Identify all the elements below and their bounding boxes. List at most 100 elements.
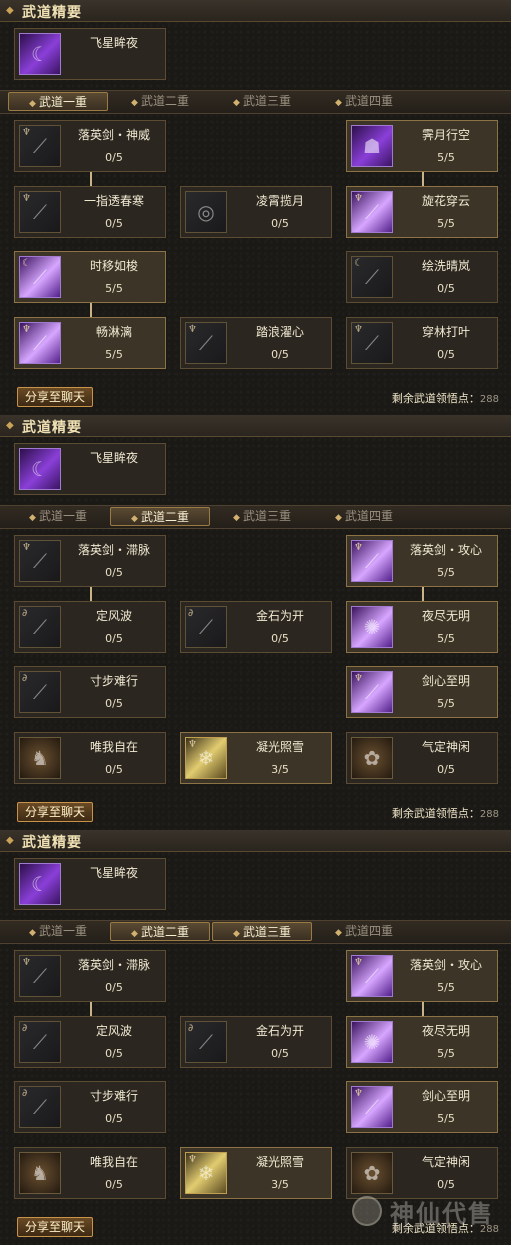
skill-name: 唯我自在 [89,1155,138,1169]
skill-level: 0/5 [437,348,455,361]
skill-slot[interactable]: ♆ ⟋ 穿林打叶 0/5 [346,317,498,369]
remaining-points-value: 288 [479,809,499,820]
skill-name: 夜尽无明 [421,1024,470,1038]
tab-tier-4[interactable]: ◆ 武道四重 [314,507,414,526]
skill-slot[interactable]: ∂ ⟋ 定风波 0/5 [14,1016,166,1068]
skill-slot[interactable]: ♆ ❄ 凝光照雪 3/5 [180,1147,332,1199]
sword-heart-icon: ♆ ⟋ [351,1086,393,1128]
talent-panel-3: ◆ 武道精要 ☾ 飞星眸夜 ◆ 武道一重 ◆ 武道二重 ◆ 武道三重 ◆ 武道四重 ♆ ⟋… [0,830,511,1245]
tab-tier-4[interactable]: ◆ 武道四重 [314,922,414,941]
skill-level: 5/5 [437,1047,455,1060]
skill-slot[interactable]: ∂ ⟋ 寸步难行 0/5 [14,666,166,718]
skill-slot[interactable]: ♆ ⟋ 剑心至明 5/5 [346,1081,498,1133]
skill-level: 5/5 [437,1112,455,1125]
skill-level: 3/5 [271,1178,289,1191]
skill-name: 剑心至明 [421,674,470,688]
skill-slot[interactable]: ♆ ⟋ 落英剑・攻心 5/5 [346,535,498,587]
slow-step-icon: ∂ ⟋ [19,671,61,713]
skill-slot[interactable]: ∂ ⟋ 金石为开 0/5 [180,601,332,653]
tab-tier-1[interactable]: ◆ 武道一重 [8,92,108,111]
talent-panel-2: ◆ 武道精要 ☾ 飞星眸夜 ◆ 武道一重 ◆ 武道二重 ◆ 武道三重 ◆ 武道四重 ♆ ⟋… [0,415,511,830]
skill-name: 气定神闲 [421,740,470,754]
essence-skill[interactable]: ☾ 飞星眸夜 [14,858,166,910]
skill-level: 0/5 [105,632,123,645]
skill-slot[interactable]: ♆ ⟋ 落英剑・攻心 5/5 [346,950,498,1002]
skill-name: 落英剑・滞脉 [77,958,150,972]
skill-slot[interactable]: ✺ 夜尽无明 5/5 [346,1016,498,1068]
skill-slot[interactable]: ♆ ⟋ 畅淋漓 5/5 [14,317,166,369]
tab-tier-3[interactable]: ◆ 武道三重 [212,507,312,526]
tab-tier-4[interactable]: ◆ 武道四重 [314,92,414,111]
skill-name: 剑心至明 [421,1089,470,1103]
skill-slot[interactable]: ♆ ⟋ 落英剑・神威 0/5 [14,120,166,172]
calm-spirit-icon: ✿ [351,737,393,779]
tab-tier-3[interactable]: ◆ 武道三重 [212,922,312,941]
watermark-text: 神仙代售 [390,1199,494,1228]
skill-slot[interactable]: ♆ ⟋ 剑心至明 5/5 [346,666,498,718]
skill-name: 定风波 [95,1024,132,1038]
skill-slot[interactable]: ✺ 夜尽无明 5/5 [346,601,498,653]
skill-name: 飞星眸夜 [89,451,138,465]
share-to-chat-button[interactable]: 分享至聊天 [17,802,93,822]
skill-level: 0/5 [105,1047,123,1060]
skill-name: 寸步难行 [89,1089,138,1103]
skill-name: 穿林打叶 [421,325,470,339]
skill-name: 唯我自在 [89,740,138,754]
skill-slot[interactable]: ∂ ⟋ 金石为开 0/5 [180,1016,332,1068]
skill-level: 0/5 [271,1047,289,1060]
skill-slot[interactable]: ♞ 唯我自在 0/5 [14,732,166,784]
skill-name: 凌霄揽月 [255,194,304,208]
tab-tier-1[interactable]: ◆ 武道一重 [8,507,108,526]
skill-level: 0/5 [437,282,455,295]
time-shift-icon: ☾ ⟋ [19,256,61,298]
skill-level: 0/5 [271,348,289,361]
skill-slot[interactable]: ☾ ⟋ 绘洗晴岚 0/5 [346,251,498,303]
remaining-points-label: 剩余武道领悟点： [391,807,480,820]
skill-slot[interactable]: ∂ ⟋ 定风波 0/5 [14,601,166,653]
share-to-chat-button[interactable]: 分享至聊天 [17,1217,93,1237]
skill-level: 0/5 [105,1112,123,1125]
skill-name: 寸步难行 [89,674,138,688]
stone-icon: ∂ ⟋ [185,606,227,648]
skill-slot[interactable]: ♆ ⟋ 落英剑・滞脉 0/5 [14,535,166,587]
skill-slot[interactable]: ♆ ⟋ 一指透春寒 0/5 [14,186,166,238]
tab-tier-1[interactable]: ◆ 武道一重 [8,922,108,941]
skill-level: 0/5 [105,566,123,579]
essence-skill[interactable]: ☾ 飞星眸夜 [14,443,166,495]
skill-level: 5/5 [437,632,455,645]
essence-skill[interactable]: ☾ 飞星眸夜 [14,28,166,80]
flow-strike-icon: ♆ ⟋ [19,322,61,364]
tab-tier-2[interactable]: ◆ 武道二重 [110,922,210,941]
skill-slot[interactable]: ∂ ⟋ 寸步难行 0/5 [14,1081,166,1133]
skill-slot[interactable]: ♆ ⟋ 踏浪濯心 0/5 [180,317,332,369]
skill-slot[interactable]: ☗ 霁月行空 5/5 [346,120,498,172]
section-title: 武道精要 [22,5,82,21]
finger-strike-icon: ♆ ⟋ [19,191,61,233]
skill-slot[interactable]: ◎ 凌霄揽月 0/5 [180,186,332,238]
skill-name: 时移如梭 [89,259,138,273]
sword-slash-icon: ♆ ⟋ [351,540,393,582]
watermark-logo-icon [352,1196,382,1226]
skill-name: 旋花穿云 [421,194,470,208]
tab-tier-2[interactable]: ◆ 武道二重 [110,507,210,526]
watermark: 神仙代售 [352,1192,507,1232]
skill-slot[interactable]: ☾ ⟋ 时移如梭 5/5 [14,251,166,303]
share-to-chat-button[interactable]: 分享至聊天 [17,387,93,407]
skill-name: 落英剑・滞脉 [77,543,150,557]
moon-shadow-icon: ☾ [19,448,61,490]
spinning-blade-icon: ♆ ⟋ [351,191,393,233]
connector-line [90,303,92,317]
skill-slot[interactable]: ♆ ⟋ 旋花穿云 5/5 [346,186,498,238]
sword-heart-icon: ♆ ⟋ [351,671,393,713]
tab-tier-2[interactable]: ◆ 武道二重 [110,92,210,111]
skill-level: 0/5 [105,217,123,230]
skill-slot[interactable]: ✿ 气定神闲 0/5 [346,732,498,784]
skill-name: 一指透春寒 [83,194,144,208]
skill-name: 绘洗晴岚 [421,259,470,273]
skill-slot[interactable]: ♞ 唯我自在 0/5 [14,1147,166,1199]
skill-slot[interactable]: ♆ ❄ 凝光照雪 3/5 [180,732,332,784]
connector-line [422,587,424,601]
skill-level: 5/5 [437,697,455,710]
skill-slot[interactable]: ♆ ⟋ 落英剑・滞脉 0/5 [14,950,166,1002]
tab-tier-3[interactable]: ◆ 武道三重 [212,92,312,111]
